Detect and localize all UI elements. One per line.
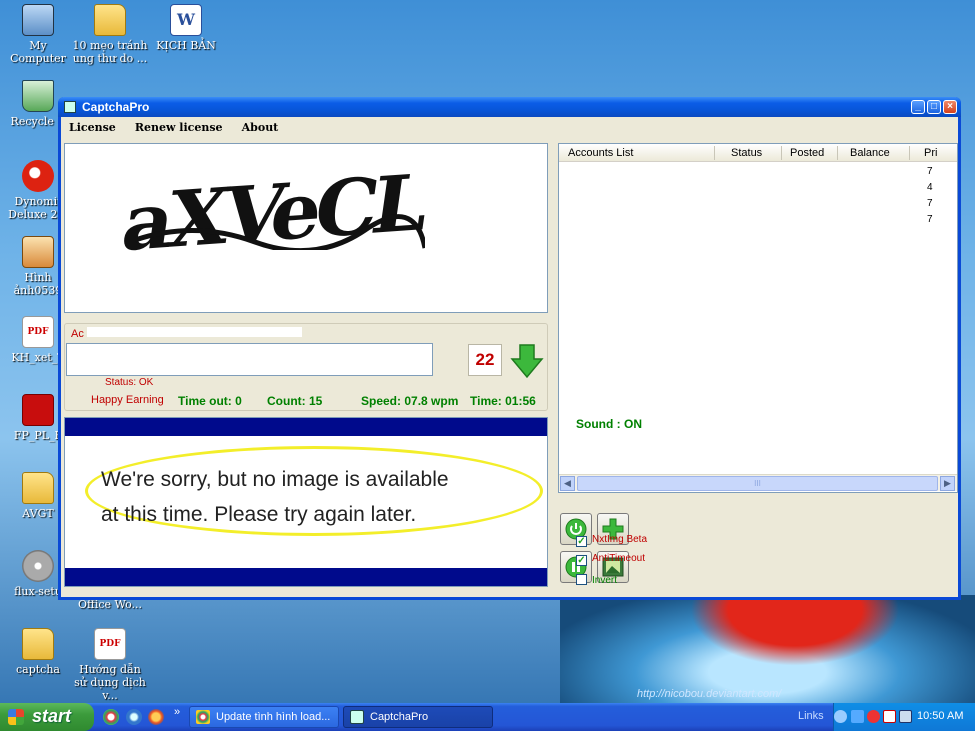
- security-icon[interactable]: [883, 710, 896, 723]
- status-text: Status: OK: [105, 377, 154, 388]
- chrome-icon: [196, 710, 210, 724]
- firefox-icon[interactable]: [148, 709, 164, 725]
- entry-panel: Ac 22 Status: OK Happy Earning Time out:…: [64, 323, 548, 411]
- unavailable-line-2: at this time. Please try again later.: [101, 503, 417, 526]
- installer-icon: [22, 550, 54, 582]
- table-row[interactable]: 7: [559, 212, 957, 228]
- checkbox-invert[interactable]: [576, 574, 587, 585]
- menu-renew-license[interactable]: Renew license: [127, 117, 231, 138]
- desktop-icon-my-computer[interactable]: My Computer: [0, 4, 76, 65]
- menu-license[interactable]: License: [61, 117, 124, 138]
- column-balance[interactable]: Balance: [850, 147, 890, 159]
- antivirus-icon[interactable]: [867, 710, 880, 723]
- folder-icon: [22, 628, 54, 660]
- taskbar: start » Update tình hình load... Captcha…: [0, 703, 975, 731]
- column-posted[interactable]: Posted: [790, 147, 824, 159]
- flash-file-icon: [22, 394, 54, 426]
- image-file-icon: [22, 236, 54, 268]
- internet-explorer-icon[interactable]: [126, 709, 142, 725]
- folder-icon: [94, 4, 126, 36]
- scrollbar-thumb[interactable]: III: [577, 476, 938, 491]
- recycle-bin-icon: [22, 80, 54, 112]
- network-icon[interactable]: [851, 710, 864, 723]
- tray-arrow-icon[interactable]: [834, 710, 847, 723]
- quicklaunch-chevron[interactable]: »: [174, 706, 180, 718]
- count-text: Count: 15: [267, 394, 323, 408]
- pdf-file-icon: PDF: [22, 316, 54, 348]
- stats-row: Happy Earning Time out: 0 Count: 15 Spee…: [65, 394, 549, 410]
- captcha-answer-input[interactable]: [66, 343, 433, 376]
- ad-top-band: [65, 418, 547, 436]
- word-document-icon: W: [170, 4, 202, 36]
- sound-status: Sound : ON: [576, 417, 642, 431]
- display-icon[interactable]: [899, 710, 912, 723]
- account-mask: [87, 327, 302, 337]
- horizontal-scrollbar[interactable]: ◀ III ▶: [559, 474, 957, 491]
- wallpaper-watermark: http://nicobou.deviantart.com/: [637, 688, 782, 700]
- links-toolbar[interactable]: Links: [798, 710, 824, 722]
- task-button-captchapro[interactable]: CaptchaPro: [343, 706, 493, 728]
- pdf-file-icon: PDF: [94, 628, 126, 660]
- minimize-button[interactable]: _: [911, 100, 925, 114]
- column-pri[interactable]: Pri: [924, 147, 937, 159]
- folder-icon: [22, 472, 54, 504]
- submit-arrow-icon[interactable]: [510, 343, 544, 379]
- chrome-icon[interactable]: [103, 709, 119, 725]
- wallpaper-creature: [690, 596, 900, 666]
- checkbox-nxtimg-beta[interactable]: ✓: [576, 536, 587, 547]
- ad-bottom-band: [65, 568, 547, 586]
- close-button[interactable]: ×: [943, 100, 957, 114]
- happy-earning-text: Happy Earning: [91, 394, 164, 406]
- game-icon: [22, 160, 54, 192]
- scroll-left-icon[interactable]: ◀: [560, 476, 575, 491]
- column-status[interactable]: Status: [731, 147, 762, 159]
- start-button[interactable]: start: [0, 703, 94, 731]
- window-titlebar[interactable]: CaptchaPro _ □ ×: [58, 97, 961, 117]
- window-title: CaptchaPro: [82, 100, 150, 114]
- desktop-icon-meo-tranh[interactable]: 10 mẹo tránh ung thư do ...: [72, 4, 148, 65]
- unavailable-line-1: We're sorry, but no image is available: [101, 468, 449, 491]
- scroll-right-icon[interactable]: ▶: [940, 476, 955, 491]
- unavailable-image-box: We're sorry, but no image is available a…: [64, 417, 548, 587]
- computer-icon: [22, 4, 54, 36]
- table-row[interactable]: 7: [559, 164, 957, 180]
- windows-logo-icon: [8, 709, 24, 725]
- option-antitimeout[interactable]: ✓ AntiTimeout: [576, 553, 645, 566]
- menu-about[interactable]: About: [234, 117, 287, 138]
- timeout-text: Time out: 0: [178, 394, 242, 408]
- table-row[interactable]: 7: [559, 196, 957, 212]
- clock: 10:50 AM: [917, 710, 964, 722]
- checkbox-antitimeout[interactable]: ✓: [576, 555, 587, 566]
- desktop-icon-huong-dan[interactable]: PDF Hướng dẫn sử dụng dịch v...: [72, 628, 148, 702]
- maximize-button[interactable]: □: [927, 100, 941, 114]
- captchapro-window: CaptchaPro _ □ × License Renew license A…: [58, 97, 961, 600]
- speed-text: Speed: 07.8 wpm: [361, 394, 459, 408]
- account-label: Ac: [71, 328, 84, 340]
- app-icon: [64, 101, 76, 113]
- desktop-icon-kich-ban[interactable]: W KỊCH BẢN: [148, 4, 224, 52]
- app-icon: [350, 710, 364, 724]
- option-nxtimg-beta[interactable]: ✓ NxtImg Beta: [576, 534, 647, 547]
- captcha-noise-icon: [135, 214, 425, 250]
- time-text: Time: 01:56: [470, 394, 536, 408]
- option-invert[interactable]: Invert: [576, 574, 617, 586]
- menubar: License Renew license About: [61, 117, 958, 137]
- table-row[interactable]: 4: [559, 180, 957, 196]
- captcha-image: aXVeCL: [64, 143, 548, 313]
- desktop-icon-captcha[interactable]: captcha: [0, 628, 76, 676]
- task-button-update[interactable]: Update tình hình load...: [189, 706, 339, 728]
- column-accounts-list[interactable]: Accounts List: [568, 147, 633, 159]
- countdown-counter: 22: [468, 344, 502, 376]
- accounts-list-header: Accounts List Status Posted Balance Pri: [559, 144, 957, 162]
- accounts-list[interactable]: Accounts List Status Posted Balance Pri …: [558, 143, 958, 493]
